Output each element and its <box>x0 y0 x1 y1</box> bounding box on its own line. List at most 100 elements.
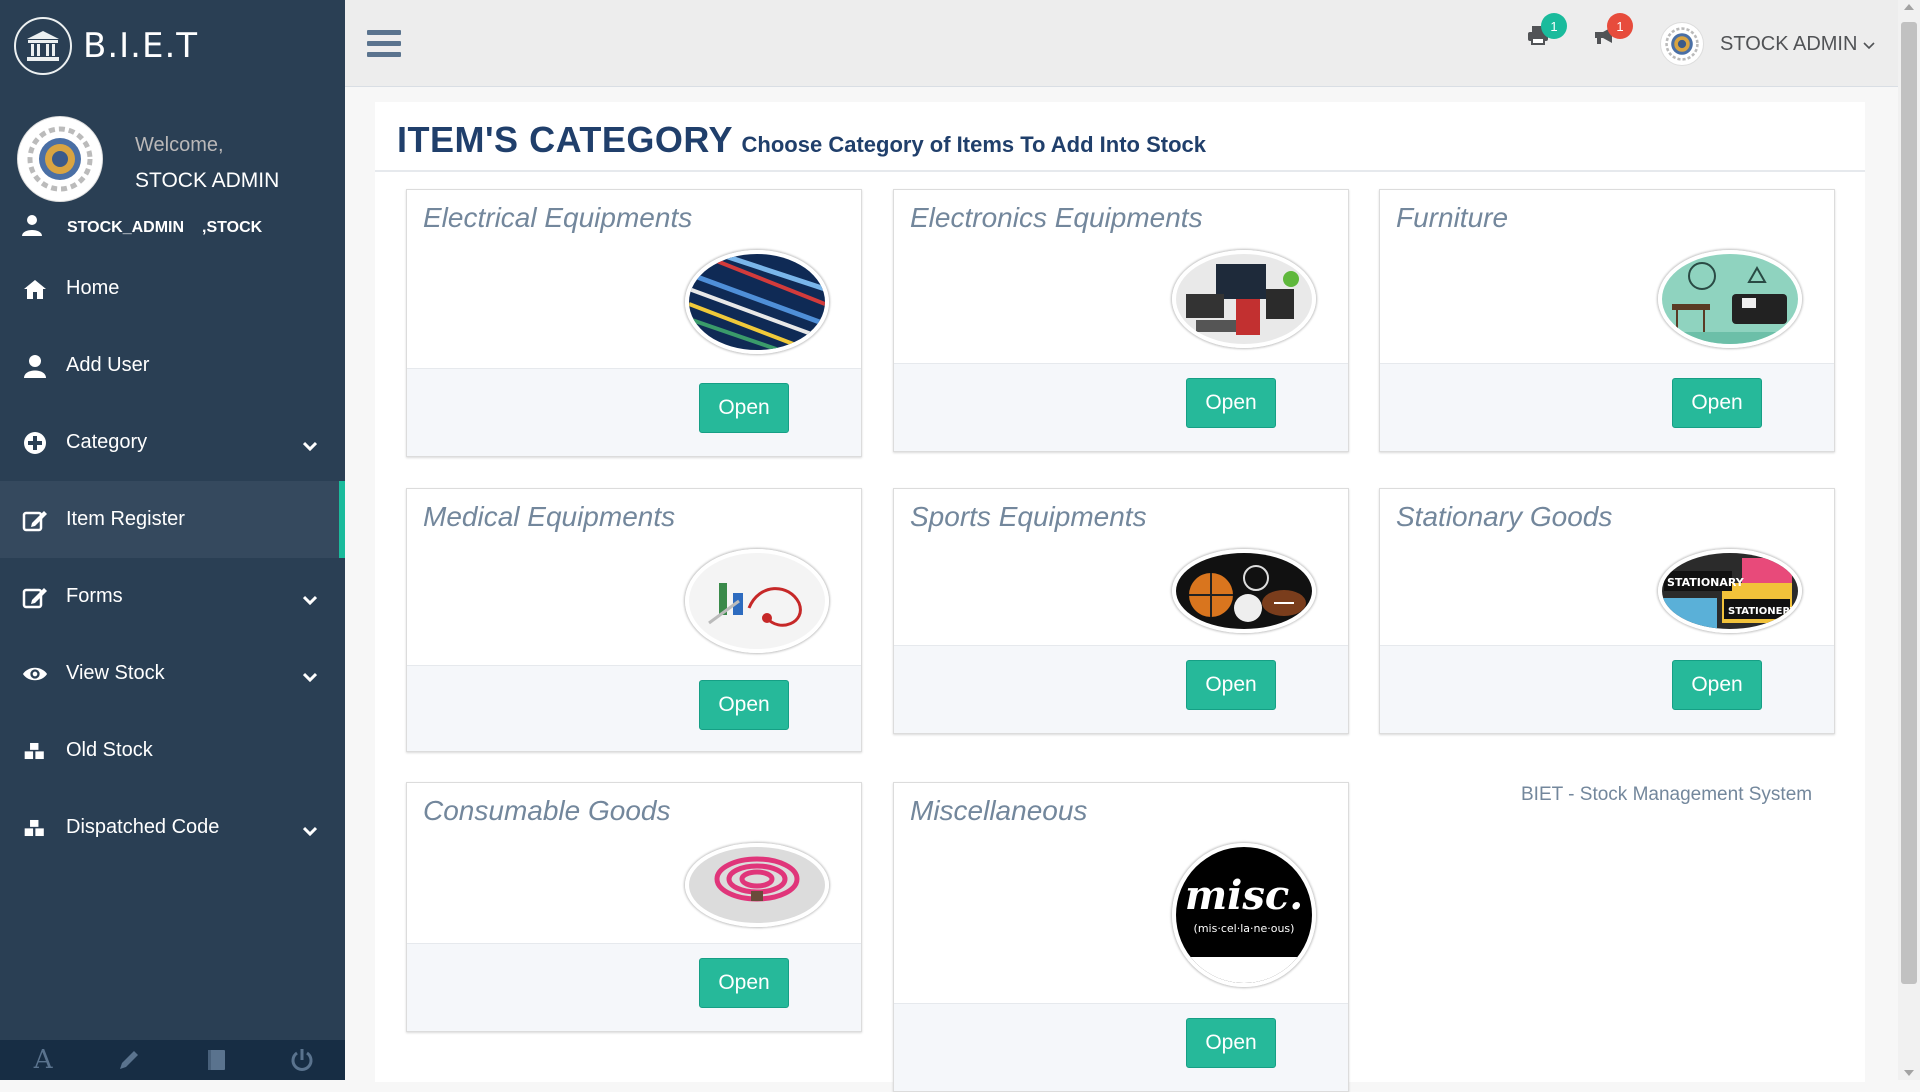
open-button[interactable]: Open <box>699 383 789 433</box>
electrical-image <box>685 250 829 354</box>
image-text: misc. <box>1185 872 1303 919</box>
chevron-down-icon <box>302 665 318 688</box>
card-title: Consumable Goods <box>423 795 671 826</box>
menu-item-old-stock[interactable]: Old Stock <box>0 712 345 789</box>
card-title: Sports Equipments <box>910 501 1147 532</box>
eye-icon <box>22 665 48 683</box>
menu-item-dispatched-code[interactable]: Dispatched Code <box>0 789 345 866</box>
welcome-username: STOCK ADMIN <box>135 169 280 192</box>
category-card: Furniture Open <box>1379 189 1835 452</box>
card-footer: Open <box>894 645 1348 733</box>
chevron-down-icon <box>1863 33 1876 56</box>
card-footer: Open <box>1380 363 1834 451</box>
chevron-down-icon <box>302 588 318 611</box>
scroll-thumb[interactable] <box>1901 22 1917 984</box>
menu-label: Add User <box>66 354 150 376</box>
user-name: STOCK ADMIN <box>1720 32 1858 55</box>
sidebar-footer: A <box>0 1040 345 1080</box>
card-title: Stationary Goods <box>1396 501 1613 532</box>
menu-label: Dispatched Code <box>66 816 220 838</box>
notification-alerts[interactable]: 1 <box>1593 13 1633 51</box>
book-icon[interactable] <box>173 1040 259 1080</box>
open-button[interactable]: Open <box>1186 1018 1276 1068</box>
menu-item-view-stock[interactable]: View Stock <box>0 635 345 712</box>
card-title: Electronics Equipments <box>910 202 1203 233</box>
card-title: Furniture <box>1396 202 1509 233</box>
scroll-down-icon[interactable] <box>1904 1070 1914 1076</box>
university-icon <box>14 16 72 75</box>
open-button[interactable]: Open <box>699 958 789 1008</box>
card-footer: Open <box>407 943 861 1031</box>
page-scrollbar[interactable] <box>1898 0 1920 1080</box>
edit-icon <box>22 508 48 532</box>
menu-item-forms[interactable]: Forms <box>0 558 345 635</box>
menu-item-home[interactable]: Home <box>0 250 345 327</box>
category-card: Medical Equipments Open <box>406 488 862 752</box>
menu-item-item-register[interactable]: Item Register <box>0 481 345 558</box>
miscellaneous-image: misc. (mis·cel·la·ne·ous) <box>1172 843 1316 987</box>
image-text: (mis·cel·la·ne·ous) <box>1194 922 1295 935</box>
category-card: Electronics Equipments Open <box>893 189 1349 452</box>
card-footer: Open <box>1380 645 1834 733</box>
consumable-image <box>685 843 829 927</box>
menu-item-add-user[interactable]: Add User <box>0 327 345 404</box>
electronics-image <box>1172 250 1316 348</box>
category-card: Electrical Equipments Open <box>406 189 862 457</box>
power-icon[interactable] <box>259 1040 345 1080</box>
scroll-up-icon[interactable] <box>1904 4 1914 10</box>
image-text: STATIONARY <box>1667 576 1745 589</box>
notification-badge: 1 <box>1541 13 1567 39</box>
footer-text: BIET - Stock Management System <box>1521 784 1813 805</box>
menu-label: View Stock <box>66 662 165 684</box>
top-navbar: 1 1 STOCK ADMIN <box>345 0 1898 87</box>
user-icon <box>22 354 48 378</box>
open-button[interactable]: Open <box>1186 378 1276 428</box>
pencil-icon[interactable] <box>86 1040 172 1080</box>
brand-logo[interactable]: B.I.E.T <box>14 16 198 75</box>
cubes-icon <box>22 738 48 764</box>
card-footer: Open <box>407 368 861 456</box>
card-title: Miscellaneous <box>910 795 1088 826</box>
role-label: ,STOCK <box>202 218 263 236</box>
avatar <box>1660 22 1704 66</box>
home-icon <box>22 278 48 300</box>
notification-messages[interactable]: 1 <box>1527 13 1567 51</box>
open-button[interactable]: Open <box>1672 378 1762 428</box>
menu-toggle-icon[interactable] <box>367 30 401 63</box>
edit-icon <box>22 585 48 609</box>
font-icon[interactable]: A <box>0 1040 86 1080</box>
card-footer: Open <box>407 665 861 751</box>
sidebar: B.I.E.T Welcome, STOCK ADMIN STOCK_ADMIN… <box>0 0 345 1080</box>
category-card: Miscellaneous misc. (mis·cel·la·ne·ous) … <box>893 782 1349 1092</box>
profile-avatar <box>17 116 103 202</box>
open-button[interactable]: Open <box>1186 660 1276 710</box>
category-card: Sports Equipments Open <box>893 488 1349 734</box>
menu-item-category[interactable]: Category <box>0 404 345 481</box>
page-heading: ITEM'S CATEGORY <box>397 119 734 160</box>
plus-circle-icon <box>22 431 48 455</box>
sports-image <box>1172 549 1316 633</box>
open-button[interactable]: Open <box>699 680 789 730</box>
user-profile-dropdown[interactable]: STOCK ADMIN <box>1660 22 1876 66</box>
welcome-text: Welcome, <box>135 134 224 156</box>
menu-label: Home <box>66 277 120 299</box>
notification-badge: 1 <box>1607 13 1633 39</box>
menu-label: Forms <box>66 585 123 607</box>
card-title: Medical Equipments <box>423 501 676 532</box>
user-roles: STOCK_ADMIN ,STOCK <box>20 213 262 242</box>
furniture-image <box>1658 250 1802 348</box>
menu-label: Category <box>66 431 148 453</box>
category-card: Consumable Goods Open <box>406 782 862 1032</box>
menu-label: Old Stock <box>66 739 153 761</box>
page-subtitle: Choose Category of Items To Add Into Sto… <box>741 132 1207 157</box>
image-text: STATIONERY <box>1728 606 1798 617</box>
category-card: Stationary Goods STATIONARY STATIONERY O… <box>1379 488 1835 734</box>
medical-image <box>685 549 829 653</box>
page-title: ITEM'S CATEGORY Choose Category of Items… <box>397 119 1206 161</box>
open-button[interactable]: Open <box>1672 660 1762 710</box>
role-label: STOCK_ADMIN <box>67 218 185 236</box>
card-title: Electrical Equipments <box>423 202 693 233</box>
user-icon <box>20 213 44 242</box>
chevron-down-icon <box>302 819 318 842</box>
side-menu: Home Add User Category Item Register For… <box>0 250 345 866</box>
